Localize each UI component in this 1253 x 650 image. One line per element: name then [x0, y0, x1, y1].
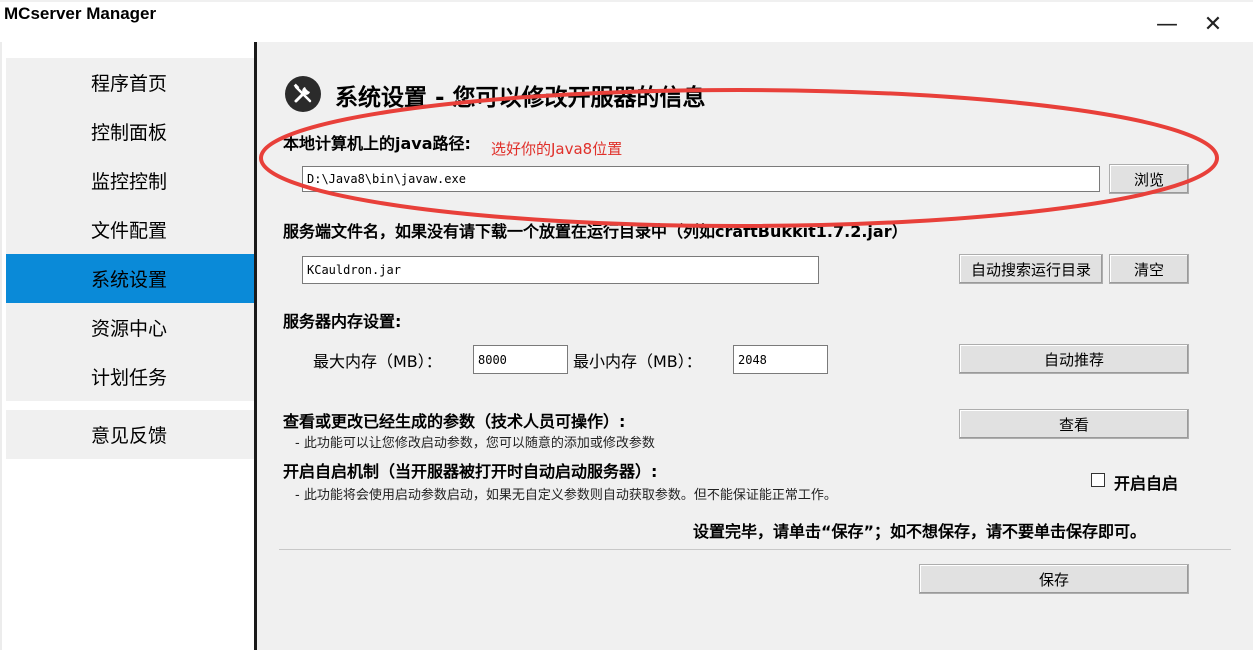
minimize-button[interactable]: —: [1152, 10, 1182, 38]
sidebar-item-control-panel[interactable]: 控制面板: [6, 107, 255, 156]
browse-button[interactable]: 浏览: [1109, 164, 1189, 194]
sidebar-item-scheduled-tasks[interactable]: 计划任务: [6, 352, 255, 401]
min-memory-label: 最小内存（MB）：: [573, 352, 702, 371]
java-path-label: 本地计算机上的java路径:: [283, 134, 471, 153]
sidebar-item-label: 计划任务: [91, 367, 168, 389]
auto-search-button[interactable]: 自动搜索运行目录: [959, 254, 1103, 284]
window-title: MCserver Manager: [4, 4, 157, 23]
autostart-checkbox-label[interactable]: 开启自启: [1114, 470, 1178, 494]
settings-panel: 系统设置 - 您可以修改开服器的信息 本地计算机上的java路径: 选好你的Ja…: [257, 42, 1253, 650]
clear-button[interactable]: 清空: [1109, 254, 1189, 284]
sidebar-feedback-group: 意见反馈: [6, 410, 255, 459]
server-file-input[interactable]: KCauldron.jar: [302, 256, 819, 284]
sidebar-item-home[interactable]: 程序首页: [6, 58, 255, 107]
params-note: - 此功能可以让您修改启动参数，您可以随意的添加或修改参数: [295, 436, 655, 451]
sidebar-item-label: 程序首页: [91, 73, 168, 95]
java-path-annotation: 选好你的Java8位置: [491, 140, 623, 158]
sidebar: 程序首页 控制面板 监控控制 文件配置 系统设置 资源中心 计划任务 意见反馈: [0, 42, 258, 650]
autostart-checkbox[interactable]: [1091, 473, 1105, 487]
sidebar-item-system-settings[interactable]: 系统设置: [6, 254, 255, 303]
sidebar-item-label: 文件配置: [91, 220, 168, 242]
footer-divider: [279, 549, 1231, 550]
sidebar-item-monitor[interactable]: 监控控制: [6, 156, 255, 205]
save-button[interactable]: 保存: [919, 564, 1189, 594]
wrench-screwdriver-icon: [285, 76, 321, 112]
view-params-button[interactable]: 查看: [959, 409, 1189, 439]
sidebar-item-label: 控制面板: [91, 122, 168, 144]
sidebar-item-label: 监控控制: [91, 171, 168, 193]
titlebar-edge: [0, 0, 1253, 2]
max-memory-label: 最大内存（MB）：: [313, 352, 442, 371]
autostart-note: - 此功能将会使用启动参数启动，如果无自定义参数则自动获取参数。但不能保证能正常…: [295, 488, 837, 503]
auto-recommend-button[interactable]: 自动推荐: [959, 344, 1189, 374]
page-title: 系统设置 - 您可以修改开服器的信息: [335, 85, 706, 111]
memory-label: 服务器内存设置:: [283, 312, 402, 331]
max-memory-input[interactable]: 8000: [473, 345, 568, 374]
sidebar-nav: 程序首页 控制面板 监控控制 文件配置 系统设置 资源中心 计划任务: [6, 58, 255, 401]
save-hint: 设置完毕，请单击“保存”；如不想保存，请不要单击保存即可。: [693, 522, 1147, 541]
sidebar-item-file-config[interactable]: 文件配置: [6, 205, 255, 254]
java-path-input[interactable]: D:\Java8\bin\javaw.exe: [302, 166, 1100, 192]
server-file-label: 服务端文件名，如果没有请下载一个放置在运行目录中（列如craftBukkit1.…: [283, 222, 908, 241]
close-button[interactable]: ✕: [1198, 10, 1228, 38]
close-icon: ✕: [1203, 11, 1223, 37]
params-label: 查看或更改已经生成的参数（技术人员可操作）:: [283, 412, 626, 431]
autostart-label: 开启自启机制（当开服器被打开时自动启动服务器）:: [283, 462, 658, 481]
sidebar-item-resources[interactable]: 资源中心: [6, 303, 255, 352]
sidebar-item-label: 意见反馈: [91, 425, 168, 447]
minimize-icon: —: [1156, 11, 1178, 37]
sidebar-item-label: 系统设置: [91, 269, 168, 291]
sidebar-item-label: 资源中心: [91, 318, 168, 340]
min-memory-input[interactable]: 2048: [733, 345, 828, 374]
sidebar-item-feedback[interactable]: 意见反馈: [6, 410, 255, 459]
